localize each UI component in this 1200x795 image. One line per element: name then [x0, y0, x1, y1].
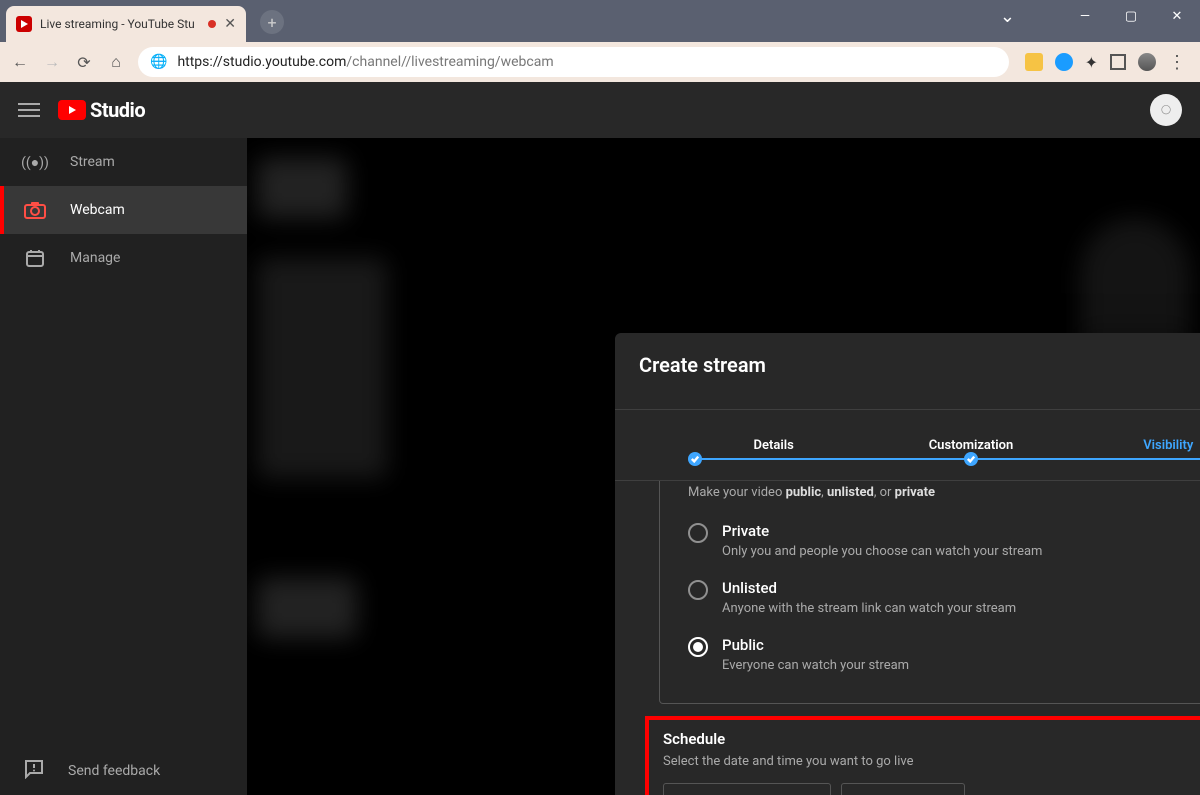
browser-titlebar: Live streaming - YouTube Stu ✕ + ⌄ — ▢ ✕ — [0, 0, 1200, 42]
step-check-icon — [964, 452, 978, 466]
visibility-hint: Make your video public, unlisted, or pri… — [688, 481, 1200, 512]
schedule-desc: Select the date and time you want to go … — [663, 754, 1200, 769]
option-desc: Anyone with the stream link can watch yo… — [722, 601, 1016, 616]
visibility-option-private[interactable]: Private Only you and people you choose c… — [688, 512, 1200, 569]
url-domain: https://studio.youtube.com — [177, 54, 346, 70]
visibility-option-public[interactable]: Public Everyone can watch your stream — [688, 626, 1200, 683]
option-desc: Everyone can watch your stream — [722, 658, 909, 673]
app-topbar: Studio ◯ — [0, 82, 1200, 138]
recording-indicator-icon — [208, 20, 216, 28]
tabs-dropdown-icon[interactable]: ⌄ — [1000, 6, 1015, 27]
step-customization[interactable]: Customization — [872, 438, 1069, 453]
sidebar-item-stream[interactable]: ((●)) Stream — [0, 138, 247, 186]
option-label: Private — [722, 522, 1042, 540]
tab-close-icon[interactable]: ✕ — [224, 16, 236, 32]
address-bar[interactable]: 🌐 https://studio.youtube.com/channel//li… — [138, 47, 1009, 77]
tab-title: Live streaming - YouTube Stu — [40, 17, 200, 31]
schedule-title: Schedule — [663, 730, 1200, 748]
option-label: Unlisted — [722, 579, 1016, 597]
youtube-favicon — [16, 16, 32, 32]
create-stream-modal: Create stream Details Customization Visi… — [615, 333, 1200, 795]
studio-logo[interactable]: Studio — [58, 98, 145, 122]
youtube-play-icon — [58, 100, 86, 120]
nav-forward-button: → — [42, 52, 62, 72]
window-minimize-button[interactable]: — — [1062, 0, 1108, 32]
schedule-highlight: Schedule Select the date and time you wa… — [645, 716, 1200, 795]
schedule-time-picker[interactable]: 2:15 PM — [841, 783, 965, 795]
modal-title: Create stream — [639, 353, 1200, 377]
nav-back-button[interactable]: ← — [10, 52, 30, 72]
sidepanel-icon[interactable] — [1110, 54, 1126, 70]
new-tab-button[interactable]: + — [260, 10, 284, 34]
extensions-menu-icon[interactable]: ✦ — [1085, 53, 1098, 72]
menu-button[interactable] — [18, 99, 40, 121]
step-visibility[interactable]: Visibility — [1070, 438, 1200, 453]
browser-tab[interactable]: Live streaming - YouTube Stu ✕ — [6, 6, 246, 42]
step-check-icon — [688, 452, 702, 466]
radio-icon[interactable] — [688, 523, 708, 543]
sidebar-item-label: Manage — [70, 250, 120, 266]
radio-selected-icon[interactable] — [688, 637, 708, 657]
browser-menu-icon[interactable]: ⋮ — [1168, 52, 1186, 73]
option-desc: Only you and people you choose can watch… — [722, 544, 1042, 559]
visibility-panel: Make your video public, unlisted, or pri… — [659, 481, 1200, 704]
window-close-button[interactable]: ✕ — [1154, 0, 1200, 32]
visibility-option-unlisted[interactable]: Unlisted Anyone with the stream link can… — [688, 569, 1200, 626]
send-feedback-button[interactable]: Send feedback — [0, 747, 247, 795]
profile-avatar-icon[interactable] — [1138, 53, 1156, 71]
calendar-icon — [24, 247, 46, 269]
nav-home-button[interactable]: ⌂ — [106, 52, 126, 72]
extension-icon[interactable] — [1055, 53, 1073, 71]
extension-icon[interactable] — [1025, 53, 1043, 71]
nav-reload-button[interactable]: ⟳ — [74, 52, 94, 72]
broadcast-icon: ((●)) — [24, 151, 46, 173]
sidebar-item-label: Webcam — [70, 202, 125, 218]
schedule-date-picker[interactable]: May 10, 2022 — [663, 783, 831, 795]
feedback-label: Send feedback — [68, 763, 160, 779]
feedback-icon — [24, 759, 44, 783]
option-label: Public — [722, 636, 909, 654]
site-info-icon[interactable]: 🌐 — [150, 54, 167, 70]
content-area: Create stream Details Customization Visi… — [247, 138, 1200, 795]
browser-toolbar: ← → ⟳ ⌂ 🌐 https://studio.youtube.com/cha… — [0, 42, 1200, 82]
camera-icon — [24, 199, 46, 221]
sidebar-item-manage[interactable]: Manage — [0, 234, 247, 282]
sidebar-item-label: Stream — [70, 154, 115, 170]
window-maximize-button[interactable]: ▢ — [1108, 0, 1154, 32]
radio-icon[interactable] — [688, 580, 708, 600]
sidebar-item-webcam[interactable]: Webcam — [0, 186, 247, 234]
logo-text: Studio — [90, 98, 145, 122]
sidebar: ((●)) Stream Webcam Manage Send feedback — [0, 138, 247, 795]
step-details[interactable]: Details — [675, 438, 872, 453]
account-avatar[interactable]: ◯ — [1150, 94, 1182, 126]
url-path: /channel//livestreaming/webcam — [346, 54, 553, 70]
extensions-area: ✦ ⋮ — [1021, 52, 1190, 73]
stepper: Details Customization Visibility — [615, 409, 1200, 481]
